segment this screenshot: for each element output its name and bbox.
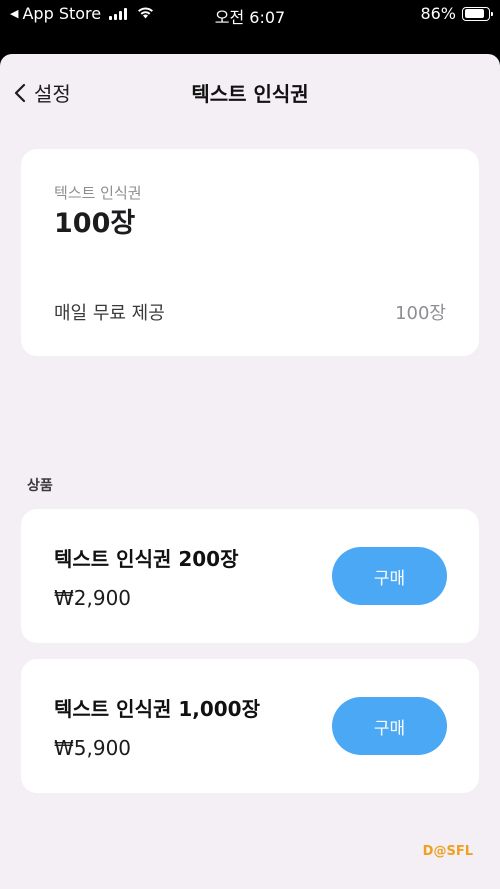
- product-card: 텍스트 인식권 200장 ₩2,900 구매: [21, 509, 479, 643]
- buy-button[interactable]: 구매: [332, 697, 447, 755]
- navigation-bar: 설정 텍스트 인식권: [0, 54, 500, 128]
- balance-label: 텍스트 인식권: [54, 184, 142, 202]
- balance-value: 100장: [54, 208, 136, 239]
- product-price: ₩5,900: [54, 736, 132, 760]
- buy-button[interactable]: 구매: [332, 547, 447, 605]
- balance-card: 텍스트 인식권 100장 매일 무료 제공 100장: [21, 149, 479, 356]
- status-bar: ◀ App Store 오전 6:07 86%: [0, 0, 500, 30]
- daily-free-label: 매일 무료 제공: [54, 303, 165, 324]
- settings-sheet: 설정 텍스트 인식권 텍스트 인식권 100장 매일 무료 제공 100장 상품…: [0, 54, 500, 889]
- product-card: 텍스트 인식권 1,000장 ₩5,900 구매: [21, 659, 479, 793]
- watermark: D@SFL: [422, 844, 473, 859]
- page-title: 텍스트 인식권: [191, 82, 309, 106]
- products-section-label: 상품: [27, 478, 53, 494]
- battery-fill: [464, 9, 485, 18]
- status-bar-right: 86%: [420, 4, 493, 23]
- battery-percent: 86%: [420, 4, 456, 23]
- battery-icon: [462, 6, 493, 21]
- product-name: 텍스트 인식권 200장: [54, 547, 239, 571]
- daily-free-value: 100장: [395, 303, 446, 324]
- product-name: 텍스트 인식권 1,000장: [54, 697, 260, 721]
- product-price: ₩2,900: [54, 586, 132, 610]
